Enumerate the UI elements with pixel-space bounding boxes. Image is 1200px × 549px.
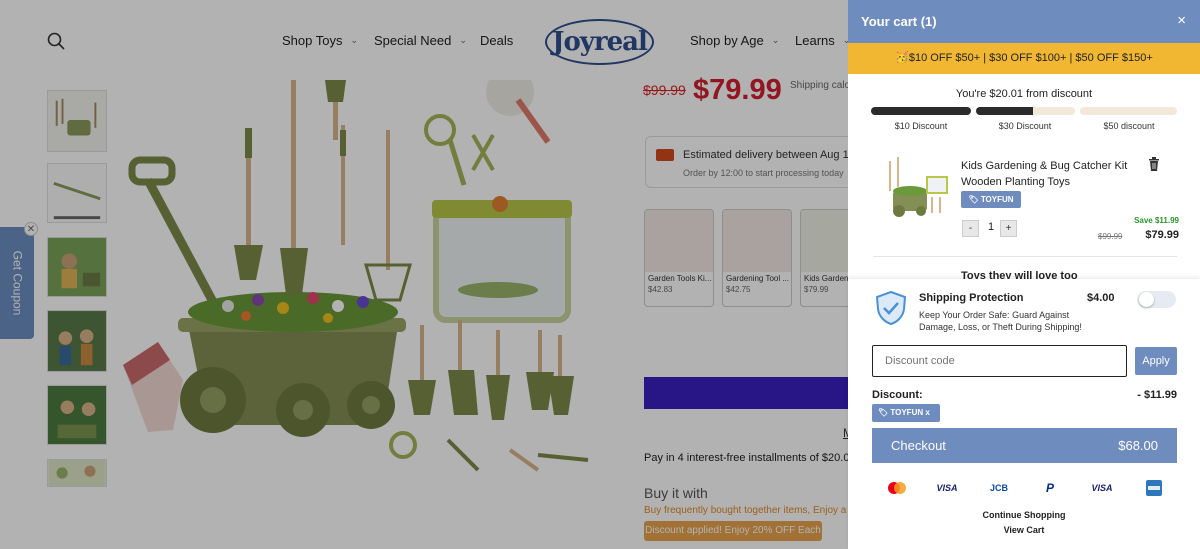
checkout-total: $68.00 [1118, 438, 1158, 453]
discount-code-input[interactable] [872, 345, 1127, 377]
discount-tier-bar [871, 107, 971, 115]
cart-title: Your cart (1) [861, 14, 937, 29]
cart-item-old-price: $99.99 [1098, 232, 1123, 241]
amex-icon [1146, 480, 1162, 496]
cart-header: Your cart (1) × [848, 0, 1200, 43]
discount-label: Discount: [872, 389, 923, 401]
discount-tier-bar [1080, 107, 1177, 115]
shield-icon [875, 291, 907, 325]
discount-progress-text: You're $20.01 from discount [955, 88, 1093, 100]
visa-icon: VISA [936, 483, 958, 493]
tier-label: $50 discount [1103, 121, 1155, 131]
discount-tier-bar [976, 107, 1075, 115]
tier-fill [976, 107, 1034, 115]
checkout-label: Checkout [891, 438, 946, 453]
cart-drawer: Your cart (1) × 🥳$10 OFF $50+ | $30 OFF … [848, 0, 1200, 549]
cart-item-price: $79.99 [1145, 229, 1179, 241]
continue-shopping-link[interactable]: Continue Shopping [848, 510, 1200, 520]
paypal-icon: P [1045, 481, 1054, 495]
apply-discount-button[interactable]: Apply [1135, 347, 1177, 375]
applied-discount-chip[interactable]: 🏷 TOYFUN x [872, 404, 940, 422]
coupon-tag: 🏷 TOYFUN [961, 191, 1021, 208]
promo-banner: 🥳$10 OFF $50+ | $30 OFF $100+ | $50 OFF … [848, 43, 1200, 74]
product-page: Shop Toys ⌄ Special Need ⌄ Deals Joyreal S… [0, 0, 1200, 549]
cart-item-title[interactable]: Kids Gardening & Bug Catcher Kit Wooden … [961, 158, 1146, 190]
visa-icon: VISA [1091, 483, 1113, 493]
shipping-protection-title: Shipping Protection [919, 292, 1024, 304]
close-icon[interactable]: × [1177, 12, 1186, 29]
shipping-protection-toggle[interactable] [1137, 291, 1176, 308]
cart-item-image[interactable] [881, 147, 951, 225]
checkout-button[interactable]: Checkout $68.00 [872, 428, 1177, 463]
divider [873, 256, 1177, 257]
trash-icon[interactable] [1148, 157, 1160, 171]
discount-value: - $11.99 [1137, 389, 1177, 401]
tier-label: $10 Discount [894, 121, 948, 131]
toggle-knob [1139, 292, 1154, 307]
jcb-icon: JCB [989, 483, 1008, 493]
modal-overlay[interactable] [0, 0, 848, 549]
save-amount: Save $11.99 [1134, 216, 1179, 225]
tier-fill [871, 107, 971, 115]
view-cart-link[interactable]: View Cart [848, 525, 1200, 535]
quantity-decrease-button[interactable]: - [962, 220, 979, 237]
mastercard-icon [888, 482, 906, 494]
tier-label: $30 Discount [998, 121, 1052, 131]
quantity-increase-button[interactable]: + [1000, 220, 1017, 237]
shipping-protection-desc: Keep Your Order Safe: Guard Against Dama… [919, 310, 1082, 332]
shipping-protection-price: $4.00 [1087, 292, 1115, 304]
quantity-value[interactable]: 1 [984, 221, 998, 233]
